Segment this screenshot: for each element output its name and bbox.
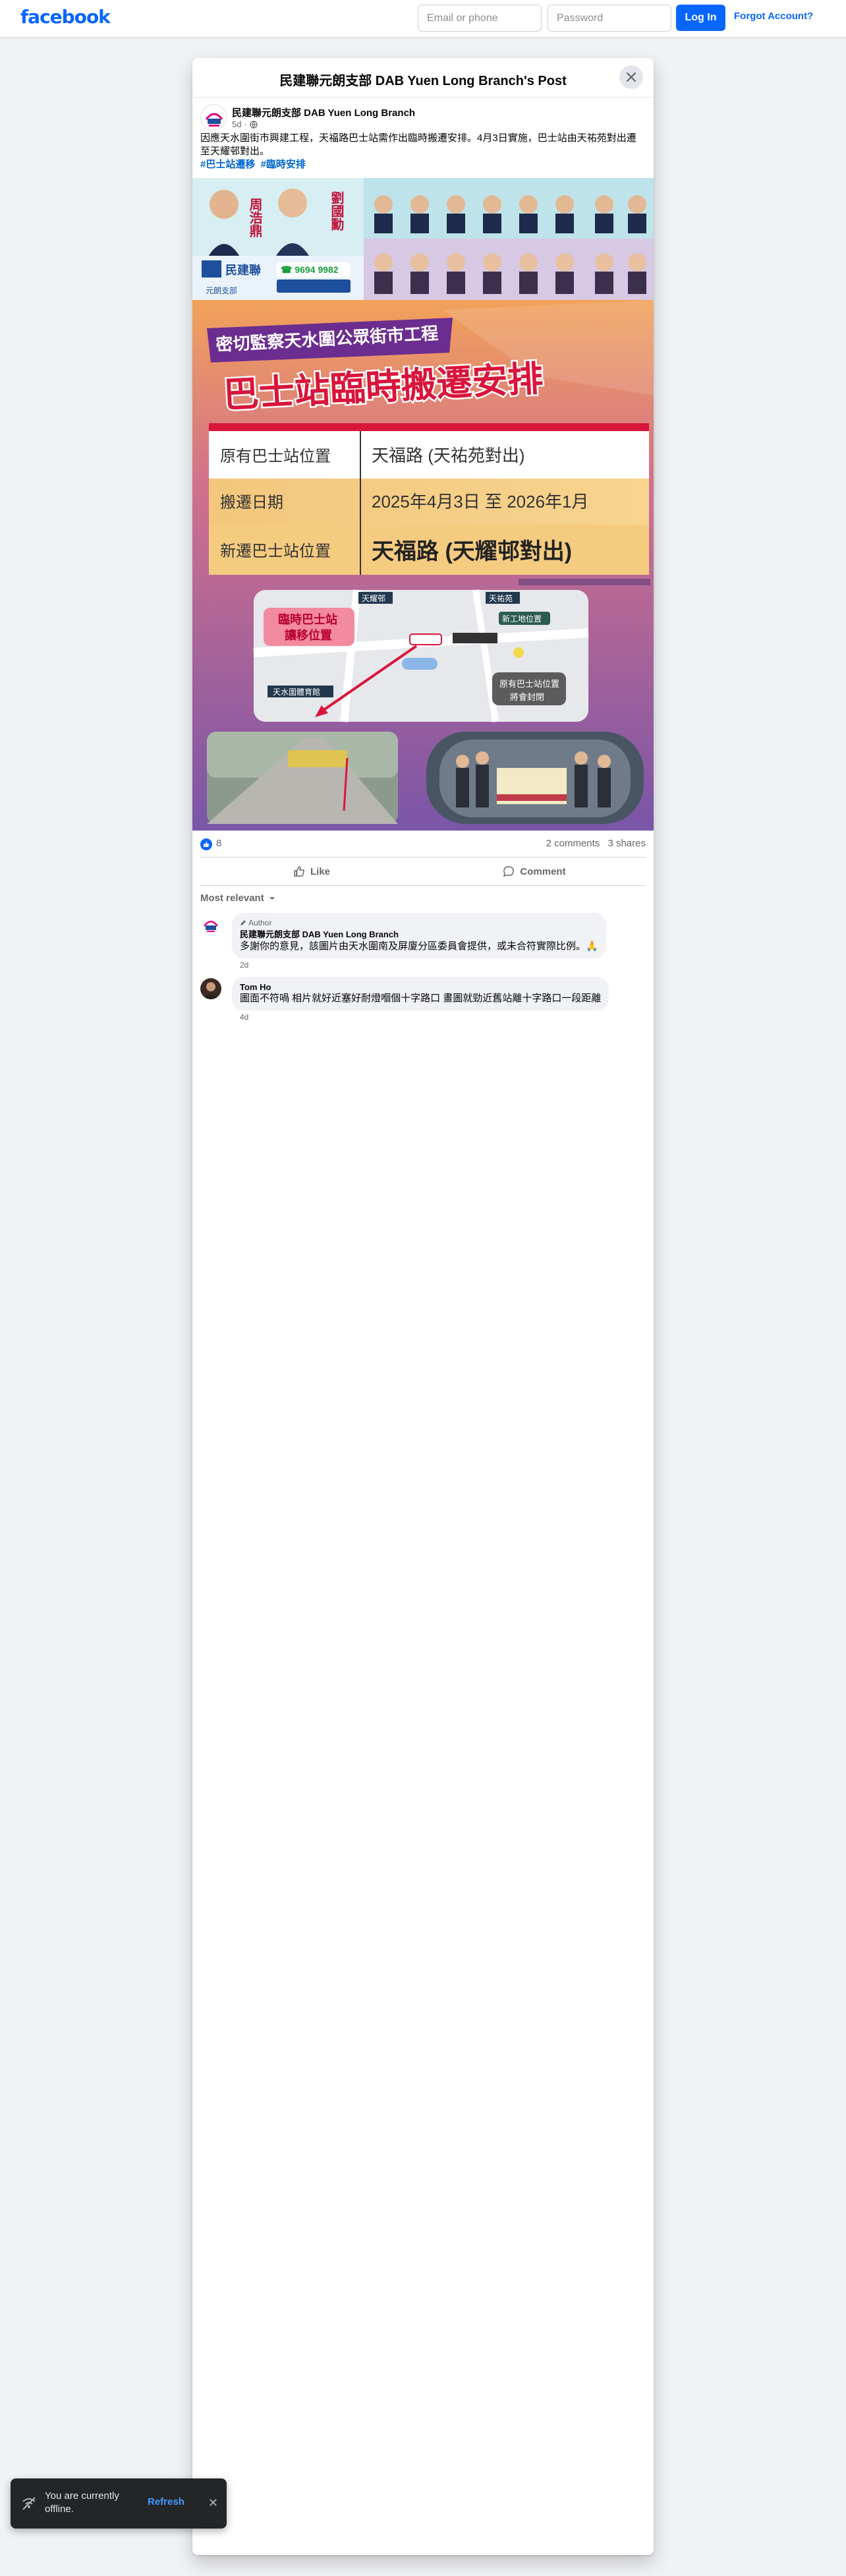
svg-text:天水圍體育館: 天水圍體育館 (273, 687, 320, 697)
svg-text:民建聯: 民建聯 (225, 263, 261, 277)
forgot-account-link[interactable]: Forgot Account? (734, 11, 813, 22)
svg-text:新遷巴士站位置: 新遷巴士站位置 (220, 542, 331, 560)
stats-right: 2 comments 3 shares (541, 838, 646, 849)
post-meta: 5d · (232, 119, 258, 129)
svg-text:原有巴士站位置: 原有巴士站位置 (220, 448, 331, 465)
comment-sort-dropdown[interactable]: Most relevant (192, 886, 654, 910)
svg-text:2025年4月3日 至 2026年1月: 2025年4月3日 至 2026年1月 (372, 492, 589, 512)
commenter-avatar[interactable] (200, 914, 221, 935)
svg-text:天祐苑: 天祐苑 (489, 594, 513, 603)
author-badge: Author (240, 918, 598, 927)
like-button[interactable]: Like (200, 858, 423, 885)
meta-separator: · (244, 119, 247, 129)
bus-stop-poster: 周浩鼎 劉國勳 民建聯 元朗支部 ☎ 9694 9982 密切監察天水圍公眾街市… (192, 178, 654, 831)
no-wifi-icon (22, 2497, 36, 2510)
svg-text:新工地位置: 新工地位置 (502, 614, 542, 624)
facebook-logo[interactable]: facebook (20, 6, 111, 28)
email-input[interactable] (418, 5, 542, 32)
password-input[interactable] (548, 5, 671, 32)
login-button[interactable]: Log In (676, 5, 725, 31)
close-button[interactable] (619, 65, 643, 89)
author-badge-label: Author (248, 918, 272, 927)
reaction-count[interactable]: 8 (216, 838, 221, 849)
comment-bubble: Tom Ho 圖面不符喎 相片就好近塞好耐燈嗰個十字路口 畫圖就勁近舊站離十字路… (232, 977, 609, 1010)
svg-text:☎ 9694 9982: ☎ 9694 9982 (281, 264, 339, 275)
comment-item: Author 民建聯元朗支部 DAB Yuen Long Branch 多謝你的… (192, 910, 654, 974)
svg-text:天耀邨: 天耀邨 (362, 594, 385, 603)
top-bar: facebook Log In Forgot Account? (0, 0, 846, 38)
poster-name-2: 劉國勳 (329, 190, 344, 231)
svg-text:原有巴士站位置: 原有巴士站位置 (499, 679, 559, 689)
pen-icon (240, 920, 246, 925)
post-author[interactable]: 民建聯元朗支部 DAB Yuen Long Branch (232, 105, 415, 119)
comment-item: Tom Ho 圖面不符喎 相片就好近塞好耐燈嗰個十字路口 畫圖就勁近舊站離十字路… (192, 974, 654, 1026)
dab-logo-icon (201, 105, 226, 130)
offline-message: You are currently offline. (45, 2490, 119, 2515)
comment-button[interactable]: Comment (423, 858, 646, 885)
comments-count[interactable]: 2 comments (546, 838, 600, 849)
commenter-name[interactable]: Tom Ho (240, 982, 601, 992)
modal-title: 民建聯元朗支部 DAB Yuen Long Branch's Post (279, 74, 567, 88)
user-photo-icon (200, 978, 221, 999)
svg-text:將會封閉: 將會封閉 (510, 692, 544, 702)
svg-text:天福路 (天耀邨對出): 天福路 (天耀邨對出) (372, 539, 572, 564)
hashtag-link[interactable]: #巴士站遷移 (200, 159, 255, 170)
dab-logo-icon (200, 914, 221, 935)
comment-bubble: Author 民建聯元朗支部 DAB Yuen Long Branch 多謝你的… (232, 913, 606, 958)
sort-label: Most relevant (200, 893, 264, 904)
post-image[interactable]: 周浩鼎 劉國勳 民建聯 元朗支部 ☎ 9694 9982 密切監察天水圍公眾街市… (192, 178, 654, 831)
svg-text:天福路 (天祐苑對出): 天福路 (天祐苑對出) (372, 446, 525, 465)
svg-text:讓移位置: 讓移位置 (285, 628, 332, 642)
poster-name-1: 周浩鼎 (247, 198, 262, 238)
post-header: 民建聯元朗支部 DAB Yuen Long Branch 5d · (192, 98, 654, 132)
page-avatar[interactable] (200, 104, 227, 131)
comment-text: 圖面不符喎 相片就好近塞好耐燈嗰個十字路口 畫圖就勁近舊站離十字路口一段距離 (240, 993, 602, 1004)
post-modal: 民建聯元朗支部 DAB Yuen Long Branch's Post 民建聯元… (192, 58, 654, 2555)
refresh-button[interactable]: Refresh (148, 2496, 184, 2507)
comment-label: Comment (520, 865, 566, 877)
svg-text:搬遷日期: 搬遷日期 (220, 494, 283, 512)
close-icon[interactable]: ✕ (208, 2497, 218, 2509)
post-time[interactable]: 5d (232, 119, 241, 129)
post-text: 因應天水圍街市興建工程，天福路巴士站需作出臨時搬遷安排。4月3日實施，巴士站由天… (200, 132, 636, 157)
comment-time[interactable]: 2d (232, 958, 646, 972)
modal-header: 民建聯元朗支部 DAB Yuen Long Branch's Post (192, 58, 654, 98)
post-hashtags: #巴士站遷移 #臨時安排 (192, 158, 654, 174)
commenter-name[interactable]: 民建聯元朗支部 DAB Yuen Long Branch (240, 927, 598, 940)
like-reaction-icon[interactable] (200, 838, 212, 850)
like-label: Like (310, 865, 330, 877)
close-icon (627, 73, 636, 82)
thumbs-up-icon (294, 866, 304, 877)
post-actions: Like Comment (200, 857, 646, 886)
svg-text:元朗支部: 元朗支部 (206, 285, 237, 295)
comment-time[interactable]: 4d (232, 1010, 646, 1024)
svg-text:臨時巴士站: 臨時巴士站 (278, 612, 337, 626)
comment-icon (503, 866, 515, 877)
post-stats: 8 2 comments 3 shares (192, 831, 654, 857)
hashtag-link[interactable]: #臨時安排 (261, 159, 306, 170)
comment-text: 多謝你的意見，該圖片由天水圍南及屏廈分區委員會提供，或未合符實際比例。🙏 (240, 941, 598, 952)
offline-toast: You are currently offline. Refresh ✕ (11, 2478, 227, 2529)
globe-icon (250, 120, 258, 129)
commenter-avatar[interactable] (200, 978, 221, 999)
shares-count[interactable]: 3 shares (607, 838, 646, 849)
chevron-down-icon (269, 896, 275, 900)
